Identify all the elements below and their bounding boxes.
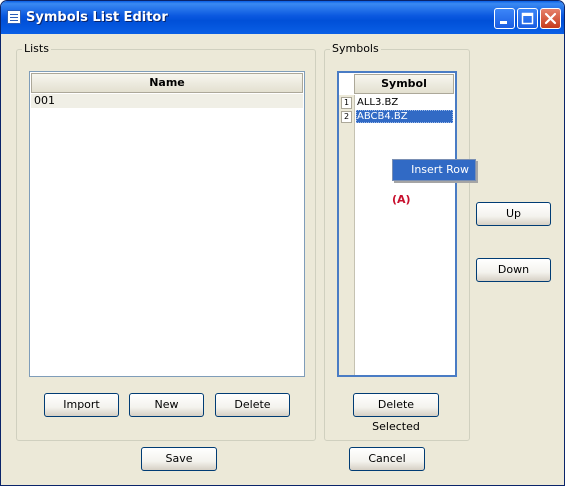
minimize-icon <box>500 21 507 24</box>
symbol-column-header[interactable]: Symbol <box>354 74 454 94</box>
row-number[interactable]: 1 <box>341 97 352 109</box>
symbol-cell-selected[interactable]: ABCB4.BZ <box>356 110 453 123</box>
window-title: Symbols List Editor <box>26 10 168 25</box>
new-button[interactable]: New <box>129 393 204 417</box>
name-column-header[interactable]: Name <box>31 73 303 93</box>
down-button[interactable]: Down <box>476 258 551 282</box>
symbols-table[interactable]: Symbol 1 ALL3.BZ 2 ABCB4.BZ <box>337 71 457 377</box>
title-bar[interactable]: Symbols List Editor <box>1 1 564 34</box>
context-menu: Insert Row <box>392 159 476 181</box>
lists-group-label: Lists <box>22 42 51 55</box>
cancel-button[interactable]: Cancel <box>349 447 425 471</box>
import-button[interactable]: Import <box>44 393 119 417</box>
delete-selected-button[interactable]: Delete Selected <box>353 393 439 433</box>
list-row-name: 001 <box>34 94 55 107</box>
maximize-icon <box>521 12 534 25</box>
delete-button[interactable]: Delete <box>215 393 290 417</box>
list-row[interactable]: 001 <box>31 94 303 108</box>
lists-table[interactable]: Name 001 <box>29 71 305 377</box>
minimize-button[interactable] <box>494 8 515 29</box>
symbol-cell[interactable]: ALL3.BZ <box>356 96 453 109</box>
insert-row-menu-item[interactable]: Insert Row <box>393 160 469 180</box>
annotation-label: (A) <box>392 193 411 206</box>
maximize-button[interactable] <box>517 8 538 29</box>
row-number-column <box>339 95 355 375</box>
symbols-group-label: Symbols <box>330 42 381 55</box>
row-number[interactable]: 2 <box>341 111 352 123</box>
close-button[interactable] <box>540 8 561 29</box>
save-button[interactable]: Save <box>141 447 217 471</box>
list-app-icon <box>7 10 21 24</box>
symbols-list-editor-window: Symbols List Editor Lists Name 001 Impor… <box>0 0 565 486</box>
up-button[interactable]: Up <box>476 202 551 226</box>
close-icon <box>544 12 557 25</box>
